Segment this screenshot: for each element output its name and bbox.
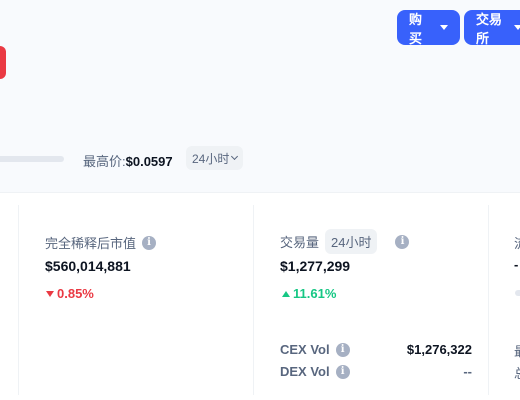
partial-card-value: - — [514, 257, 519, 272]
volume-period-chip[interactable]: 24小时 — [325, 229, 378, 254]
exchange-button-label: 交易所 — [476, 11, 503, 46]
info-icon[interactable]: i — [335, 342, 350, 357]
fdv-change: 0.85% — [46, 286, 94, 301]
triangle-up-icon — [282, 290, 290, 297]
partial-progress-bar — [515, 290, 520, 296]
buy-button[interactable]: 购买 — [397, 10, 460, 46]
volume-change: 11.61% — [282, 286, 336, 301]
dex-vol-label: DEX Vol i — [280, 364, 350, 379]
high-price-label: 最高价: — [83, 154, 126, 169]
volume-value: $1,277,299 — [280, 258, 351, 274]
high-price-value: $0.0597 — [125, 154, 173, 169]
fdv-change-value: 0.85% — [57, 286, 94, 301]
period-selector-label: 24小时 — [192, 151, 230, 166]
caret-down-icon — [440, 25, 448, 30]
cex-vol-label: CEX Vol i — [280, 342, 350, 357]
column-divider — [18, 205, 19, 395]
cex-vol-value: $1,276,322 — [406, 342, 472, 357]
red-badge — [0, 46, 6, 79]
high-price: 最高价:$0.0597 — [83, 151, 173, 170]
dex-vol-text: DEX Vol — [280, 364, 330, 379]
partial-card-sub2: 总 — [514, 363, 520, 382]
partial-card-sub1: 最 — [514, 341, 520, 360]
buy-button-label: 购买 — [409, 11, 423, 46]
cex-vol-text: CEX Vol — [280, 342, 330, 357]
period-selector[interactable]: 24小时 — [186, 146, 244, 170]
info-icon[interactable]: i — [395, 234, 410, 249]
volume-title-label: 交易量 — [280, 235, 320, 250]
exchange-button[interactable]: 交易所 — [464, 10, 520, 46]
section-divider — [0, 192, 520, 193]
fdv-title-label: 完全稀释后市值 — [45, 236, 137, 251]
volume-change-value: 11.61% — [293, 286, 337, 301]
fdv-value: $560,014,881 — [45, 258, 131, 274]
column-divider — [488, 205, 489, 395]
partial-card-title: 流 — [514, 233, 520, 252]
chevron-down-icon — [231, 152, 239, 161]
price-range-bar — [0, 156, 64, 162]
caret-down-icon — [514, 25, 520, 30]
triangle-down-icon — [46, 290, 54, 297]
dex-vol-value: -- — [463, 364, 472, 379]
info-icon[interactable]: i — [142, 235, 157, 250]
fdv-title: 完全稀释后市值 i — [45, 233, 157, 252]
volume-title: 交易量 24小时 i — [280, 229, 410, 254]
info-icon[interactable]: i — [335, 364, 350, 379]
column-divider — [253, 205, 254, 395]
